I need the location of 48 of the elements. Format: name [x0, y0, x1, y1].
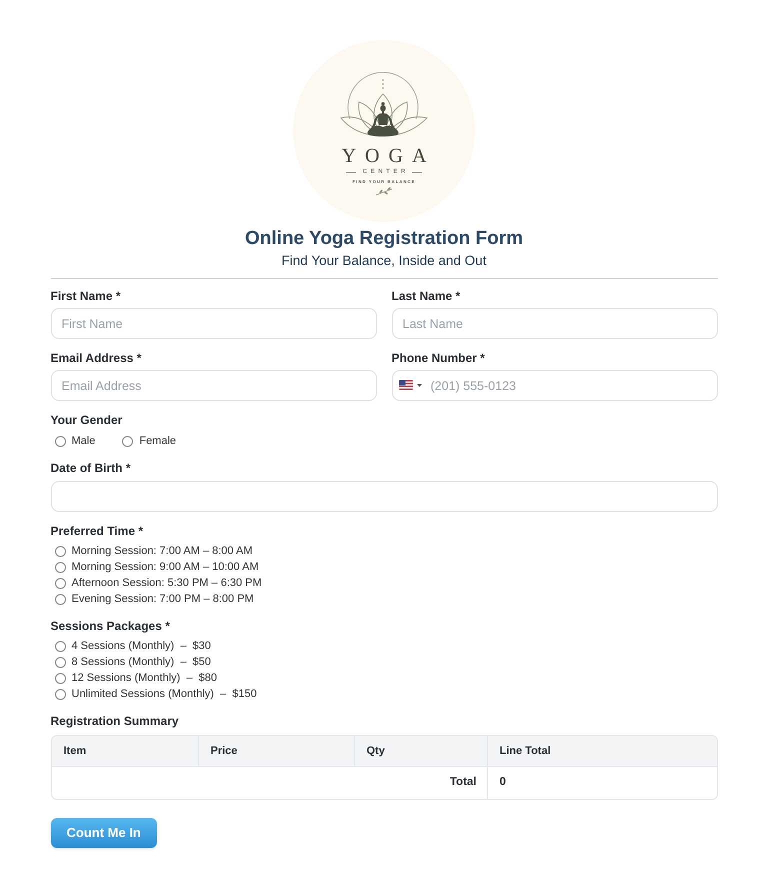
field-label: Last Name *: [392, 289, 462, 303]
option-label: Morning Session: 7:00 AM – 8:00 AM: [72, 544, 252, 558]
option-label: 4 Sessions (Monthly) – $30: [72, 639, 211, 653]
field-label: Sessions Packages *: [50, 619, 171, 633]
phone-input[interactable]: (201) 555-0123: [392, 370, 718, 401]
field-label: Date of Birth *: [50, 461, 132, 475]
text-input[interactable]: Last Name: [392, 308, 718, 339]
option-label: Unlimited Sessions (Monthly) – $150: [72, 687, 257, 701]
option-label: Male: [72, 434, 96, 448]
option-label: Afternoon Session: 5:30 PM – 6:30 PM: [72, 576, 262, 590]
radio-button[interactable]: [54, 436, 66, 446]
option-label: 8 Sessions (Monthly) – $50: [72, 655, 211, 669]
caret-icon: [416, 384, 422, 386]
table-header-cell: Qty: [354, 736, 488, 767]
radio-button[interactable]: [54, 656, 66, 668]
flag-icon: [398, 380, 412, 390]
country-select-button[interactable]: [398, 380, 422, 390]
field-label: First Name *: [50, 289, 122, 303]
field-label: Preferred Time *: [50, 524, 144, 538]
form-subtitle: Find Your Balance, Inside and Out: [282, 252, 486, 270]
radio-button[interactable]: [122, 436, 134, 446]
text-input[interactable]: Email Address: [50, 370, 376, 401]
option-label: 12 Sessions (Monthly) – $80: [72, 671, 218, 685]
text-input[interactable]: First Name: [50, 308, 376, 339]
option-label: Evening Session: 7:00 PM – 8:00 PM: [72, 592, 254, 606]
table-header-cell: Line Total: [488, 736, 716, 767]
table-header-cell: Price: [198, 736, 354, 767]
sprig-icon: [375, 187, 393, 196]
table-header-cell: Item: [52, 736, 198, 767]
field-label: Your Gender: [50, 413, 124, 427]
option-label: Female: [139, 434, 176, 448]
option-label: Morning Session: 9:00 AM – 10:00 AM: [72, 560, 259, 574]
radio-button[interactable]: [54, 594, 66, 604]
table-cell-text: 0: [498, 775, 507, 790]
date-input[interactable]: [50, 481, 718, 512]
submit-button[interactable]: Count Me In: [50, 818, 157, 848]
radio-button[interactable]: [54, 562, 66, 572]
form-title: Online Yoga Registration Form: [245, 227, 523, 251]
table-cell: Total: [52, 767, 488, 799]
radio-button[interactable]: [54, 546, 66, 556]
radio-button[interactable]: [54, 640, 66, 652]
radio-button[interactable]: [54, 688, 66, 700]
radio-button[interactable]: [54, 578, 66, 588]
field-label: Registration Summary: [50, 714, 180, 728]
radio-button[interactable]: [54, 672, 66, 684]
field-label: Phone Number *: [392, 351, 486, 365]
logo-title: YOGA: [340, 146, 436, 166]
field-label: Email Address *: [50, 351, 142, 365]
